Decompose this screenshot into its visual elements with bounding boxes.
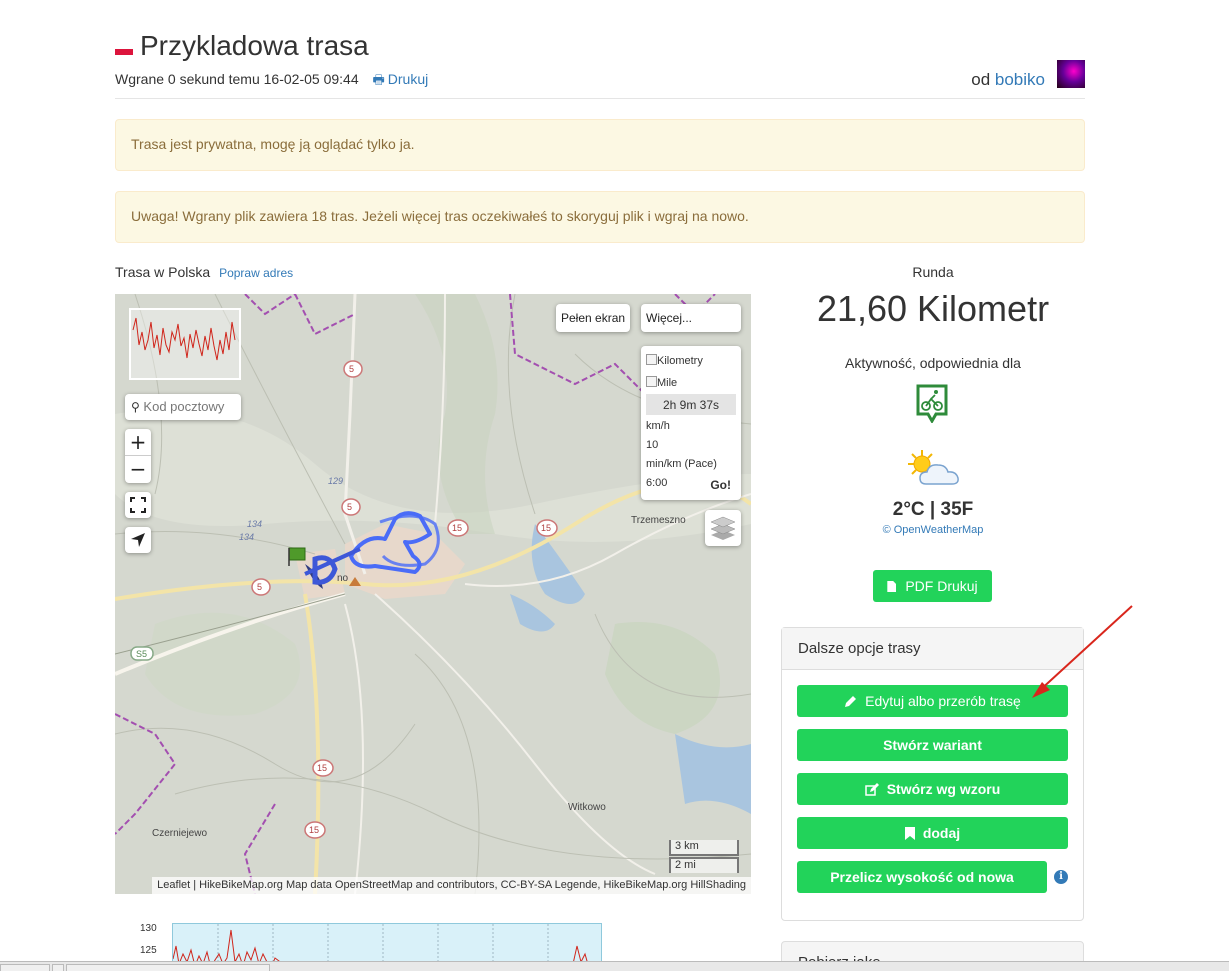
locate-arrow-icon xyxy=(131,533,145,547)
pace-value: 6:00 xyxy=(646,477,668,489)
speed-value: 10 xyxy=(646,439,659,451)
zoom-control: + − xyxy=(125,429,151,483)
mountain-bike-icon xyxy=(916,384,948,423)
route-location-text: Trasa w Polska xyxy=(115,264,211,280)
recalc-elevation-button[interactable]: Przelicz wysokość od nowa xyxy=(797,861,1047,893)
print-link[interactable]: 🖶 Drukuj xyxy=(373,71,429,87)
create-variant-label: Stwórz wariant xyxy=(883,737,982,753)
page-title: Przykladowa trasa xyxy=(140,30,369,61)
start-flag-icon xyxy=(288,547,306,561)
temperature: 2°C | 35F xyxy=(892,499,974,520)
search-icon: ⚲ xyxy=(131,400,140,414)
add-bookmark-button[interactable]: dodaj xyxy=(797,817,1068,849)
elevation-minimap[interactable] xyxy=(129,308,241,380)
postcode-search[interactable]: ⚲ Kod pocztowy xyxy=(125,394,241,420)
road-number-label: 15 xyxy=(452,523,462,533)
place-label: no xyxy=(337,573,349,584)
finish-marker-icon xyxy=(349,577,361,586)
elevation-tick: 125 xyxy=(140,945,157,956)
annotation-arrow-icon xyxy=(1032,605,1133,698)
speed-input[interactable]: 10 xyxy=(646,439,658,451)
author-line: od bobiko xyxy=(971,70,1045,90)
file-icon xyxy=(887,581,897,592)
print-icon: 🖶 xyxy=(372,72,385,87)
road-number-label: 129 xyxy=(328,476,343,486)
zoom-out-button[interactable]: − xyxy=(125,456,151,483)
recalc-elevation-label: Przelicz wysokość od nowa xyxy=(830,869,1014,885)
route-header: Przykladowa trasa Wgrane 0 sekund temu 1… xyxy=(115,28,1085,99)
place-label: Trzemeszno xyxy=(631,515,686,526)
road-number-label: 134 xyxy=(247,519,262,529)
road-number-label: 134 xyxy=(239,532,254,542)
road-number-label: S5 xyxy=(136,649,147,659)
bookmark-icon xyxy=(904,827,915,843)
map-attribution: Leaflet | HikeBikeMap.org Map data OpenS… xyxy=(152,877,751,894)
partly-cloudy-icon xyxy=(908,450,959,485)
search-placeholder: Kod pocztowy xyxy=(143,399,225,414)
add-bookmark-label: dodaj xyxy=(922,825,961,841)
fullscreen-button[interactable] xyxy=(125,492,151,518)
pencil-icon xyxy=(844,695,857,711)
place-label: Czerniejewo xyxy=(152,828,207,839)
pdf-print-button[interactable]: PDF Drukuj xyxy=(873,570,992,602)
more-button[interactable]: Więcej... xyxy=(641,304,741,332)
road-number-label: 15 xyxy=(541,523,551,533)
layers-button[interactable] xyxy=(705,510,741,546)
upload-meta: Wgrane 0 sekund temu 16-02-05 09:44 🖶 Dru… xyxy=(115,71,428,93)
route-distance: 21,60 Kilometr xyxy=(816,288,1050,329)
print-label: Drukuj xyxy=(387,71,429,87)
author-link[interactable]: bobiko xyxy=(995,70,1045,89)
fix-address-link[interactable]: Popraw adres xyxy=(219,266,293,280)
create-variant-button[interactable]: Stwórz wariant xyxy=(797,729,1068,761)
info-icon[interactable]: i xyxy=(1054,870,1068,884)
road-number-label: 15 xyxy=(309,825,319,835)
multi-track-warning: Uwaga! Wgrany plik zawiera 18 tras. Jeże… xyxy=(115,191,1085,243)
private-alert: Trasa jest prywatna, mogę ją oglądać tyl… xyxy=(115,119,1085,171)
edit-route-label: Edytuj albo przerób trasę xyxy=(865,693,1021,709)
weather-source-link[interactable]: © OpenWeatherMap xyxy=(782,524,1084,536)
duration-display: 2h 9m 37s xyxy=(646,394,736,415)
fullscreen-text-button[interactable]: Pełen ekran xyxy=(556,304,631,332)
edit-square-icon xyxy=(864,783,879,799)
avatar[interactable] xyxy=(1057,60,1085,88)
elevation-mini-chart xyxy=(132,317,236,361)
road-number-label: 5 xyxy=(349,364,354,374)
route-map[interactable]: 5 5 5 15 15 15 15 S5 129 134 134 Trzemes… xyxy=(115,294,751,894)
poland-flag-icon xyxy=(115,43,133,55)
unit-mi-label: Mile xyxy=(657,377,678,389)
place-label: Witkowo xyxy=(568,802,606,813)
scale-mi: 2 mi xyxy=(669,857,739,873)
route-type: Runda xyxy=(912,264,954,280)
pdf-print-label: PDF Drukuj xyxy=(905,578,978,594)
go-button[interactable]: Go! xyxy=(710,478,731,492)
scale-km: 3 km xyxy=(669,840,739,856)
pace-label: min/km (Pace) xyxy=(646,458,717,470)
pace-panel: Kilometry Mile 2h 9m 37s km/h 10 min/km … xyxy=(641,346,741,500)
route-location: Trasa w Polska Popraw adres xyxy=(115,264,293,280)
pace-input[interactable]: 6:00 xyxy=(646,477,667,489)
layers-icon xyxy=(710,516,736,540)
unit-km-option[interactable]: Kilometry xyxy=(646,354,703,367)
create-from-template-button[interactable]: Stwórz wg wzoru xyxy=(797,773,1068,805)
locate-button[interactable] xyxy=(125,527,151,553)
unit-km-label: Kilometry xyxy=(657,355,703,367)
fullscreen-icon xyxy=(130,497,146,513)
unit-mi-option[interactable]: Mile xyxy=(646,376,677,389)
road-number-label: 15 xyxy=(317,763,327,773)
create-from-template-label: Stwórz wg wzoru xyxy=(886,781,1001,797)
speed-label: km/h xyxy=(646,420,670,432)
upload-time: Wgrane 0 sekund temu 16-02-05 09:44 xyxy=(115,71,359,87)
activity-label: Aktywność, odpowiednia dla xyxy=(845,355,1021,371)
road-number-label: 5 xyxy=(257,582,262,592)
road-number-label: 5 xyxy=(347,502,352,512)
browser-bottom-bar xyxy=(0,961,1229,971)
elevation-tick: 130 xyxy=(140,923,157,934)
unit-mi-checkbox[interactable] xyxy=(646,376,657,387)
zoom-in-button[interactable]: + xyxy=(125,429,151,456)
author-prefix: od xyxy=(971,70,991,89)
unit-km-checkbox[interactable] xyxy=(646,354,657,365)
